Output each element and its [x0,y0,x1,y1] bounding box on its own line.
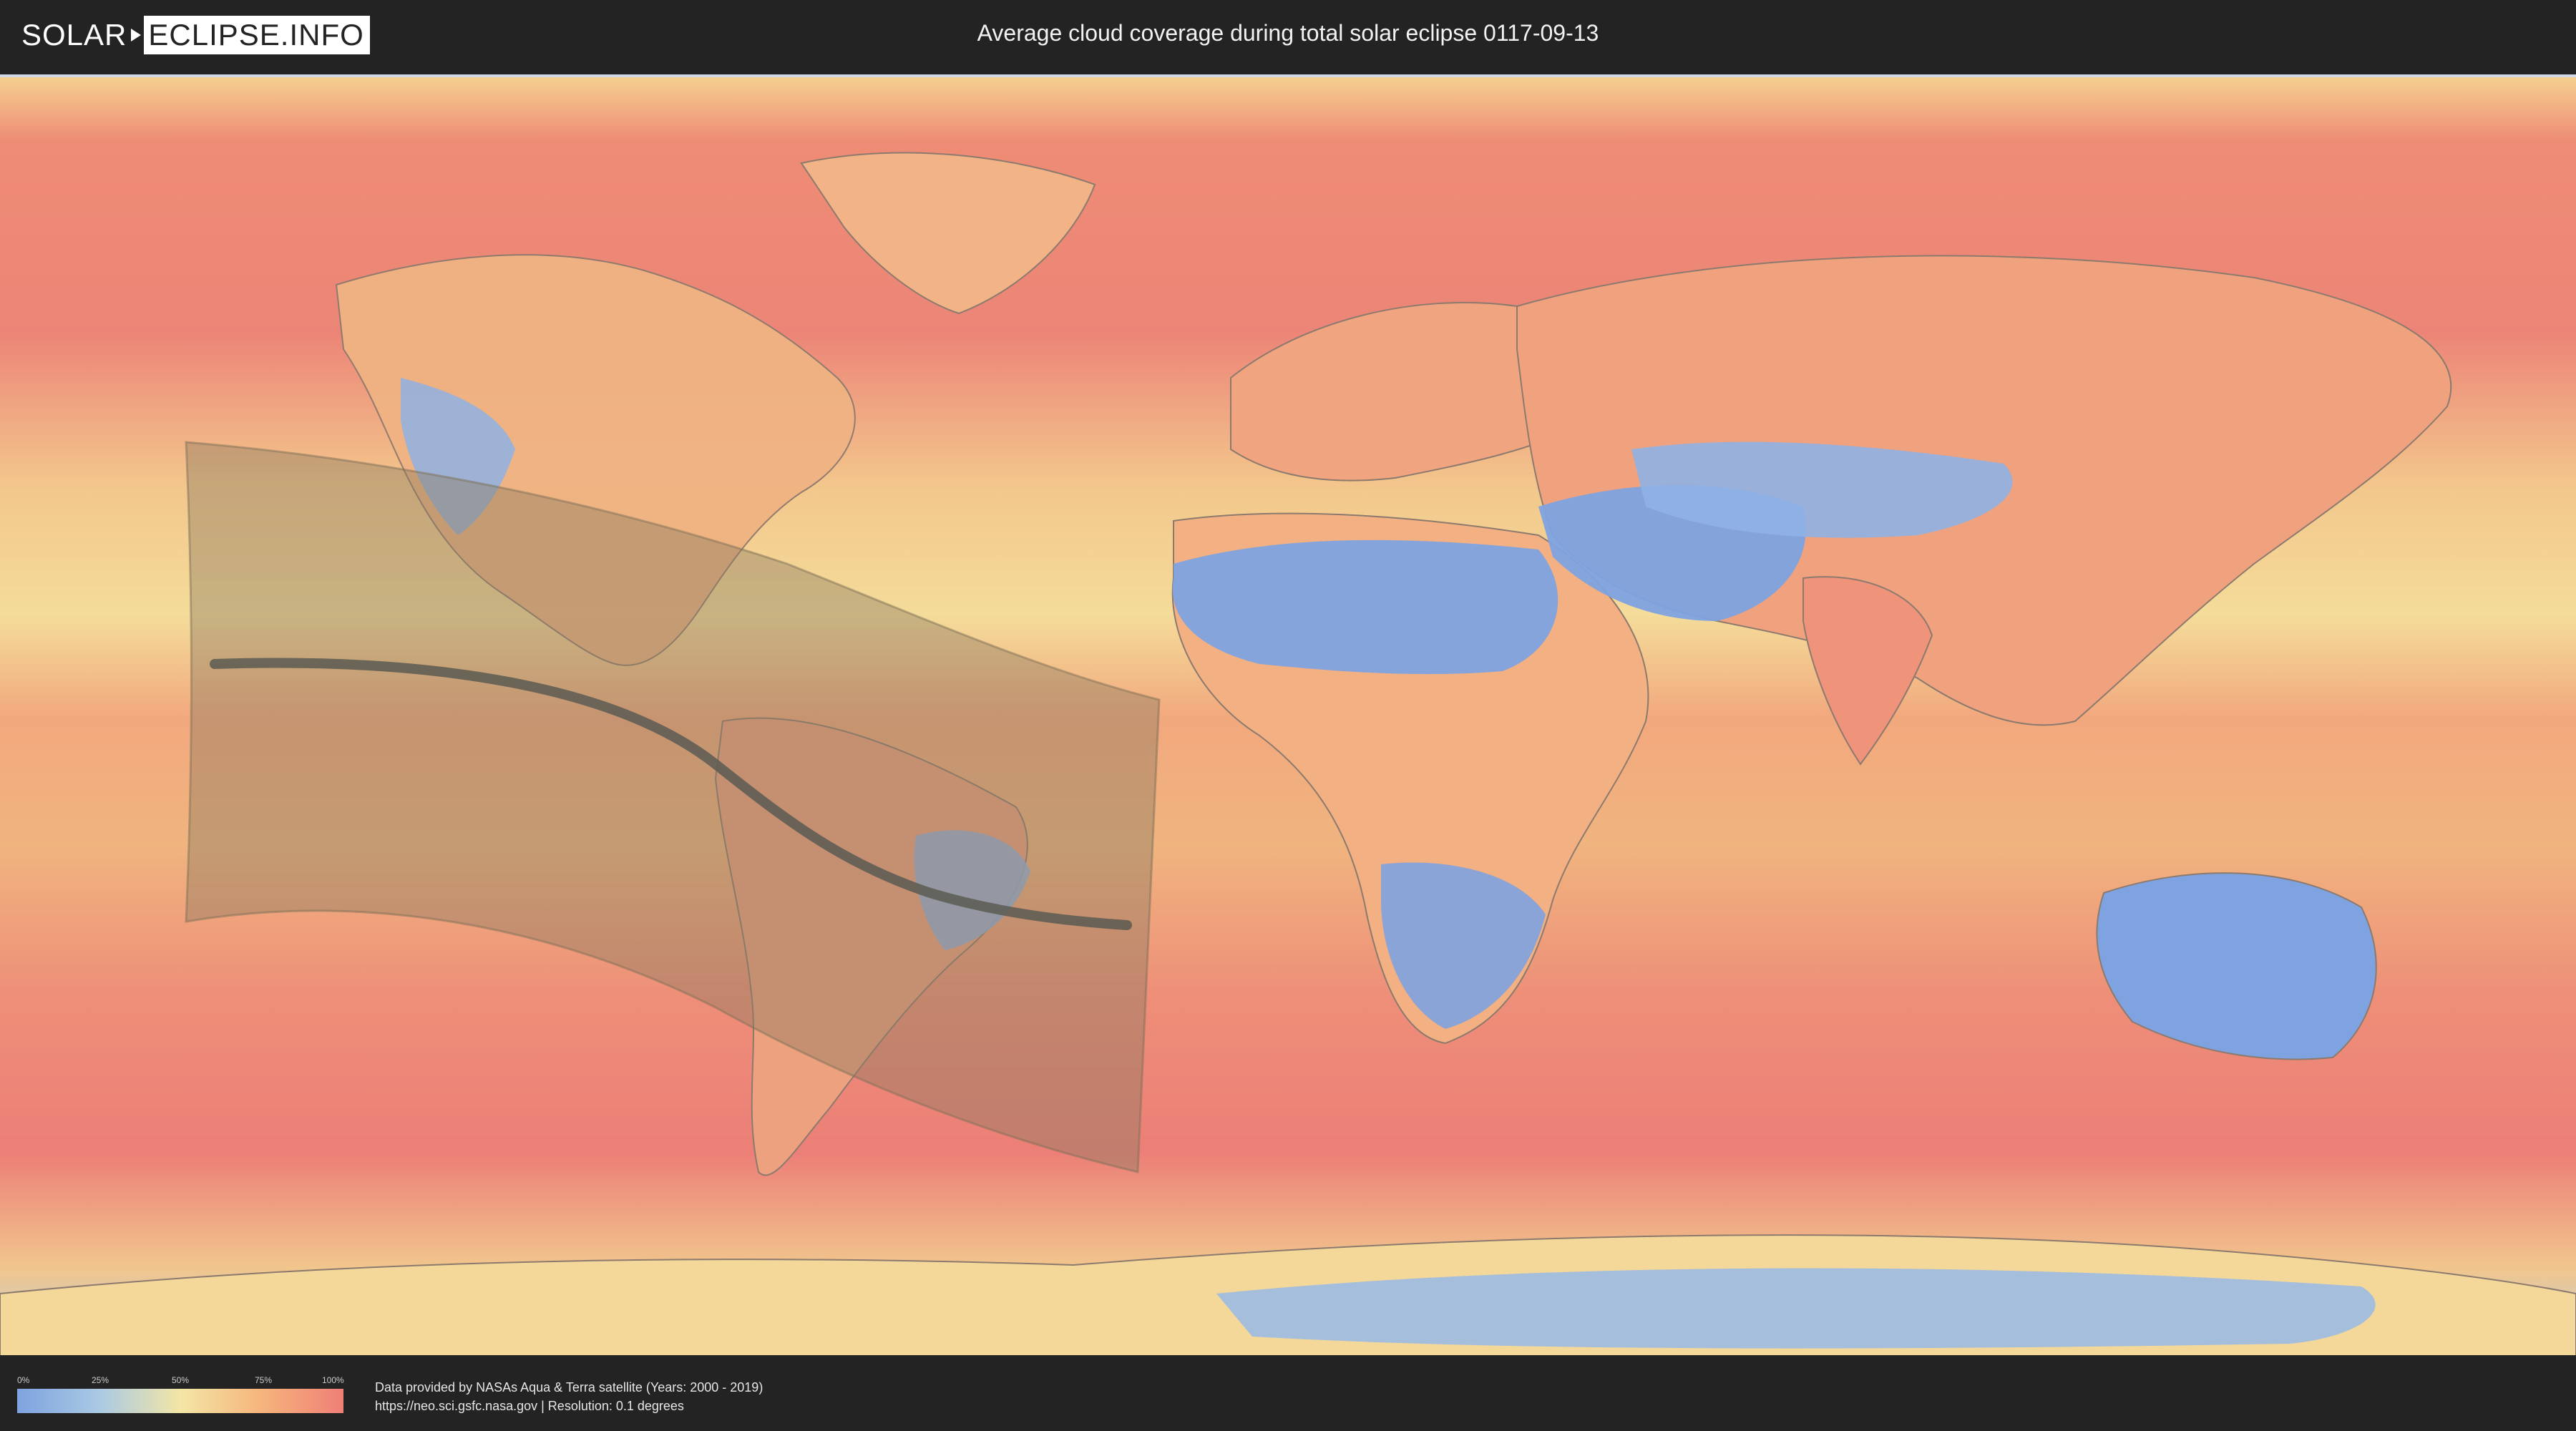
world-map-svg [0,77,2576,1355]
legend-tick-75: 75% [255,1375,273,1385]
legend-tick-25: 25% [92,1375,109,1385]
header-bar: SOLAR ECLIPSE.INFO Average cloud coverag… [0,0,2576,72]
cloud-coverage-map[interactable] [0,74,2576,1355]
clear-sky-antarctica [1216,1268,2376,1349]
credit-line-2[interactable]: https://neo.sci.gsfc.nasa.gov | Resoluti… [375,1397,763,1415]
data-credit: Data provided by NASAs Aqua & Terra sate… [375,1378,763,1415]
legend-tick-0: 0% [17,1375,30,1385]
legend-tick-50: 50% [172,1375,190,1385]
clear-sky-sahara [1172,539,1558,675]
cloud-coverage-legend-bar [17,1389,343,1413]
page-title: Average cloud coverage during total sola… [977,20,1599,46]
credit-line-1: Data provided by NASAs Aqua & Terra sate… [375,1380,763,1395]
legend-tick-100: 100% [322,1375,344,1385]
legend-tick-labels: 0% 25% 50% 75% 100% [17,1375,344,1387]
